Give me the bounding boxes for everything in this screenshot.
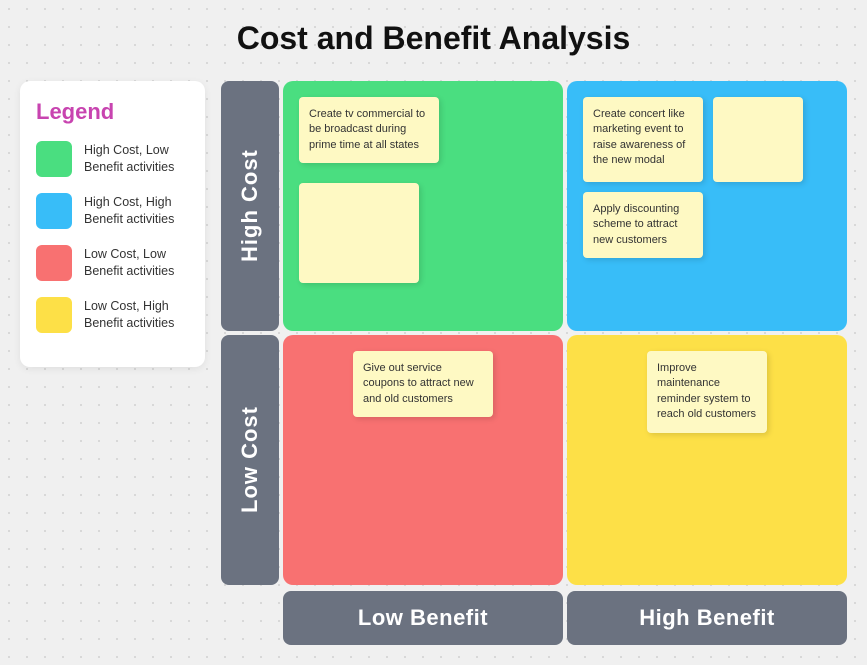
legend-item-yellow: Low Cost, High Benefit activities (36, 297, 189, 333)
quadrant-low-cost-high-benefit: Improve maintenance reminder system to r… (567, 335, 847, 585)
sticky-note[interactable]: Create tv commercial to be broadcast dur… (299, 97, 439, 163)
legend-label-red: Low Cost, Low Benefit activities (84, 246, 189, 281)
legend-panel: Legend High Cost, Low Benefit activities… (20, 81, 205, 367)
legend-label-blue: High Cost, High Benefit activities (84, 194, 189, 229)
legend-item-blue: High Cost, High Benefit activities (36, 193, 189, 229)
legend-swatch-green (36, 141, 72, 177)
legend-item-green: High Cost, Low Benefit activities (36, 141, 189, 177)
quadrant-low-cost-low-benefit: Give out service coupons to attract new … (283, 335, 563, 585)
row-label-high-cost: High Cost (221, 81, 279, 331)
row-high-cost: High Cost Create tv commercial to be bro… (221, 81, 847, 331)
sticky-note[interactable] (299, 183, 419, 283)
chart-rows: High Cost Create tv commercial to be bro… (221, 81, 847, 585)
col-label-high-benefit: High Benefit (567, 591, 847, 645)
legend-swatch-blue (36, 193, 72, 229)
col-label-low-benefit: Low Benefit (283, 591, 563, 645)
main-layout: Legend High Cost, Low Benefit activities… (20, 81, 847, 645)
sticky-note[interactable]: Create concert like marketing event to r… (583, 97, 703, 182)
quadrant-high-cost-high-benefit: Create concert like marketing event to r… (567, 81, 847, 331)
col-label-spacer (221, 591, 279, 645)
sticky-note[interactable]: Apply discounting scheme to attract new … (583, 192, 703, 258)
col-labels: Low Benefit High Benefit (221, 591, 847, 645)
legend-title: Legend (36, 99, 189, 125)
sticky-note[interactable] (713, 97, 803, 182)
sticky-note[interactable]: Give out service coupons to attract new … (353, 351, 493, 417)
legend-label-yellow: Low Cost, High Benefit activities (84, 298, 189, 333)
legend-swatch-red (36, 245, 72, 281)
row-label-low-cost: Low Cost (221, 335, 279, 585)
legend-swatch-yellow (36, 297, 72, 333)
quadrant-high-cost-low-benefit: Create tv commercial to be broadcast dur… (283, 81, 563, 331)
chart-area: High Cost Create tv commercial to be bro… (221, 81, 847, 645)
row-low-cost: Low Cost Give out service coupons to att… (221, 335, 847, 585)
legend-item-red: Low Cost, Low Benefit activities (36, 245, 189, 281)
page-title: Cost and Benefit Analysis (20, 20, 847, 57)
sticky-note[interactable]: Improve maintenance reminder system to r… (647, 351, 767, 433)
legend-label-green: High Cost, Low Benefit activities (84, 142, 189, 177)
